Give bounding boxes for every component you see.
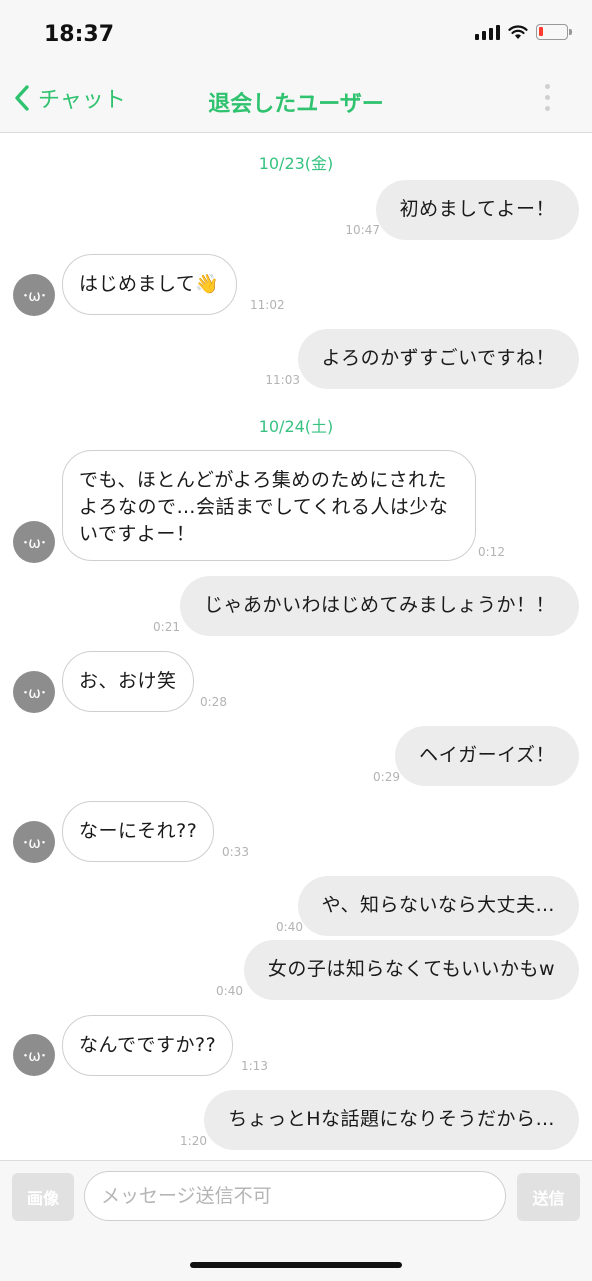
nav-bar: チャット 退会したユーザー (0, 70, 592, 133)
message-input[interactable] (84, 1171, 506, 1221)
battery-icon (536, 24, 572, 40)
message-bubble-sent: よろのかずすごいですね！ (297, 329, 579, 389)
date-separator: 10/23(金) (258, 154, 334, 173)
chat-area[interactable]: 10/23(金) 初めましてよー！ 10:47 ･ω･ はじめまして👋 11:0… (0, 133, 592, 1160)
message-bubble-sent: ヘイガーイズ！ (395, 726, 579, 786)
avatar[interactable]: ･ω･ (13, 671, 55, 713)
message-bubble-sent: 初めましてよー！ (375, 180, 579, 240)
avatar[interactable]: ･ω･ (13, 274, 55, 316)
message-timestamp: 1:20 (180, 1134, 207, 1148)
message-timestamp: 0:12 (478, 545, 505, 559)
message-bubble-received: でも、ほとんどがよろ集めのためにされたよろなので…会話までしてくれる人は少ないで… (62, 450, 476, 561)
message-timestamp: 0:21 (153, 620, 180, 634)
message-bubble-sent: 女の子は知らなくてもいいかもw (243, 940, 579, 1000)
message-timestamp: 0:28 (200, 695, 227, 709)
signal-icon (475, 24, 500, 40)
status-bar: 18:37 (0, 0, 592, 70)
message-bubble-received: お、おけ笑 (62, 651, 194, 712)
message-bubble-sent: じゃあかいわはじめてみましょうか！！ (179, 576, 579, 636)
message-timestamp: 11:03 (265, 373, 300, 387)
message-bubble-sent: ちょっとHな話題になりそうだから… (204, 1090, 579, 1150)
more-options-icon[interactable] (542, 84, 552, 111)
message-timestamp: 0:40 (276, 920, 303, 934)
message-timestamp: 11:02 (250, 298, 285, 312)
message-timestamp: 0:40 (216, 984, 243, 998)
image-button[interactable]: 画像 (12, 1173, 74, 1221)
avatar[interactable]: ･ω･ (13, 821, 55, 863)
page-title: 退会したユーザー (208, 92, 384, 117)
message-timestamp: 10:47 (345, 223, 380, 237)
home-indicator[interactable] (190, 1262, 402, 1268)
message-timestamp: 1:13 (241, 1059, 268, 1073)
avatar[interactable]: ･ω･ (13, 521, 55, 563)
status-icons (475, 24, 572, 40)
date-separator: 10/24(土) (258, 417, 334, 436)
message-bubble-received: なーにそれ?? (62, 801, 215, 862)
message-bubble-sent: や、知らないなら大丈夫… (297, 876, 579, 936)
send-button[interactable]: 送信 (517, 1173, 580, 1221)
message-timestamp: 0:33 (222, 845, 249, 859)
message-timestamp: 0:29 (373, 770, 400, 784)
status-time: 18:37 (44, 22, 115, 47)
wifi-icon (508, 25, 528, 39)
message-bubble-received: はじめまして👋 (62, 254, 237, 315)
avatar[interactable]: ･ω･ (13, 1034, 55, 1076)
message-bubble-received: なんでですか?? (62, 1015, 234, 1076)
